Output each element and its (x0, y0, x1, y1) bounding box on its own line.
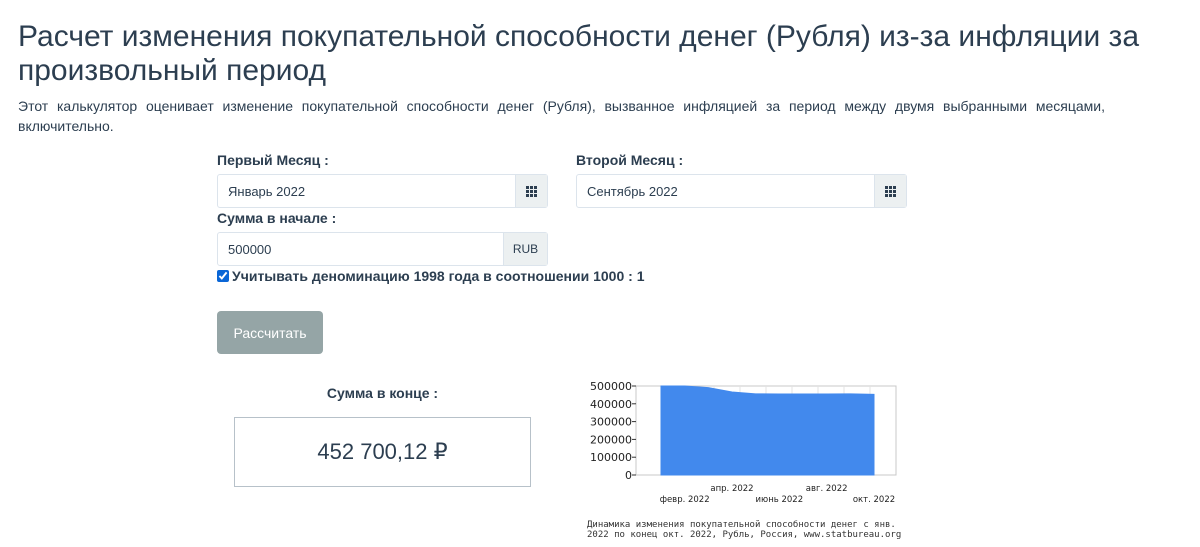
first-month-input[interactable] (218, 175, 515, 207)
second-month-label: Второй Месяц : (576, 152, 684, 168)
chart-y-tick-label: 200000 (590, 433, 632, 446)
result-label: Сумма в конце : (326, 385, 439, 401)
calendar-grid-icon (526, 185, 537, 197)
chart-y-tick-label: 300000 (590, 416, 632, 429)
currency-addon: RUB (503, 233, 547, 265)
calculate-button[interactable]: Рассчитать (217, 311, 323, 354)
start-sum-label: Сумма в начале : (217, 210, 337, 226)
denomination-checkbox[interactable] (217, 270, 229, 282)
chart-y-tick-label: 500000 (590, 380, 632, 393)
chart-y-tick-label: 0 (625, 469, 632, 482)
first-month-label: Первый Месяц : (217, 152, 329, 168)
chart-x-tick-label: июнь 2022 (756, 495, 804, 505)
second-month-calendar-button[interactable] (874, 175, 906, 207)
page-description: Этот калькулятор оценивает изменение пок… (18, 98, 1105, 134)
chart-caption: Динамика изменения покупательной способн… (587, 520, 902, 540)
chart-x-tick-label: апр. 2022 (710, 484, 753, 494)
chart-y-tick-label: 400000 (590, 398, 632, 411)
denomination-label: Учитывать деноминацию 1998 года в соотно… (232, 268, 645, 284)
first-month-calendar-button[interactable] (515, 175, 547, 207)
first-month-picker (217, 174, 548, 208)
chart-svg: 500000 400000 300000 200000 100000 0 апр. 2022… (590, 380, 897, 505)
chart-x-tick-label: февр. 2022 (660, 495, 710, 505)
result-value: 452 700,12 ₽ (234, 417, 531, 487)
chart-area-series (660, 385, 875, 476)
chart-y-tick-label: 100000 (590, 451, 632, 464)
calendar-grid-icon (885, 185, 896, 197)
start-sum-input[interactable] (218, 233, 503, 265)
chart-x-tick-label: окт. 2022 (853, 495, 895, 505)
start-sum-group: RUB (217, 232, 548, 266)
page-title: Расчет изменения покупательной способнос… (18, 20, 1140, 87)
denomination-option[interactable]: Учитывать деноминацию 1998 года в соотно… (217, 268, 644, 284)
second-month-input[interactable] (577, 175, 874, 207)
second-month-picker (576, 174, 907, 208)
chart-x-tick-label: авг. 2022 (806, 484, 848, 494)
